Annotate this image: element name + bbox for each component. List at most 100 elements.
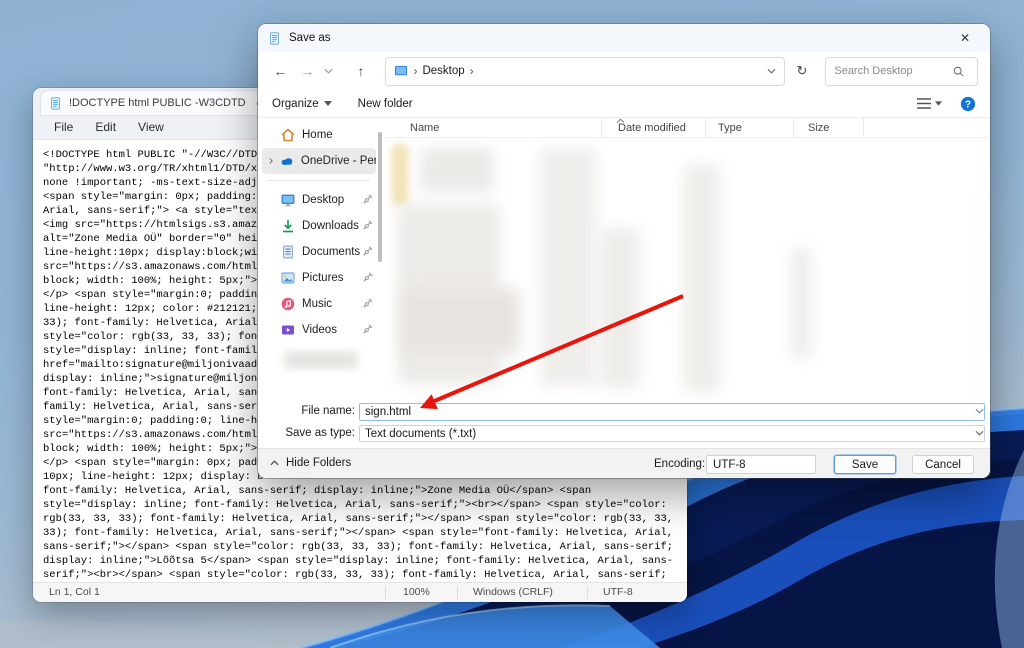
- home-icon: [280, 127, 296, 143]
- sidebar-item-pictures[interactable]: Pictures: [262, 265, 376, 291]
- save-as-dialog: Save as ✕ ← → ↑ › Desktop › ↻: [258, 24, 990, 478]
- sidebar-item-documents[interactable]: Documents: [262, 239, 376, 265]
- desktop-mini-icon: [394, 65, 408, 77]
- sidebar-divider: [268, 180, 370, 181]
- status-encoding[interactable]: UTF-8: [603, 586, 633, 598]
- status-divider: [587, 586, 588, 599]
- list-view-icon: [917, 98, 931, 109]
- file-name-label: File name:: [265, 405, 355, 417]
- pin-icon: [362, 219, 376, 233]
- forward-icon[interactable]: →: [297, 63, 318, 79]
- column-header-name[interactable]: Name: [384, 118, 602, 138]
- column-header-type[interactable]: Type: [706, 118, 794, 138]
- search-icon[interactable]: [952, 65, 965, 78]
- new-folder-button[interactable]: New folder: [358, 98, 413, 110]
- sidebar-item-downloads[interactable]: Downloads: [262, 213, 376, 239]
- new-folder-label: New folder: [358, 98, 413, 110]
- file-name-input[interactable]: [359, 403, 985, 421]
- hide-folders-button[interactable]: Hide Folders: [270, 457, 351, 469]
- dialog-navigation-bar: ← → ↑ › Desktop › ↻: [258, 52, 990, 90]
- breadcrumb-location[interactable]: Desktop: [422, 65, 464, 77]
- save-button-label: Save: [852, 459, 878, 471]
- sidebar-item-music[interactable]: Music: [262, 291, 376, 317]
- notepad-tab[interactable]: !DOCTYPE html PUBLIC -W3CDTD ) ●: [41, 91, 271, 115]
- pin-icon: [362, 323, 376, 337]
- history-chevron-icon[interactable]: [324, 68, 345, 74]
- up-icon[interactable]: ↑: [351, 63, 372, 79]
- status-zoom-level[interactable]: 100%: [403, 586, 430, 598]
- search-input[interactable]: [834, 65, 952, 77]
- help-icon[interactable]: ?: [960, 96, 976, 112]
- address-dropdown-icon[interactable]: [767, 68, 776, 74]
- pin-icon: [362, 193, 376, 207]
- encoding-value: UTF-8: [713, 459, 746, 471]
- redacted-file-entry: [540, 148, 596, 386]
- menu-file[interactable]: File: [45, 117, 82, 137]
- chevron-down-icon: [935, 101, 942, 106]
- sidebar-item-videos[interactable]: Videos: [262, 317, 376, 343]
- notepad-icon: [268, 31, 281, 46]
- sidebar-item-label: Desktop: [302, 194, 344, 206]
- sidebar-item-onedrive[interactable]: OneDrive - Pers: [262, 148, 376, 174]
- onedrive-icon: [279, 153, 295, 169]
- cancel-button-label: Cancel: [925, 459, 961, 471]
- sidebar-item-label: Videos: [302, 324, 337, 336]
- pin-icon: [362, 245, 376, 259]
- sidebar-item-label: Downloads: [302, 220, 359, 232]
- sidebar-item-home[interactable]: Home: [262, 122, 376, 148]
- close-icon[interactable]: ✕: [950, 31, 980, 45]
- menu-edit[interactable]: Edit: [86, 117, 125, 137]
- menu-view[interactable]: View: [129, 117, 173, 137]
- file-list: NameDate modifiedTypeSize: [384, 118, 988, 400]
- chevron-right-icon: [266, 156, 277, 166]
- sort-ascending-icon[interactable]: [616, 118, 625, 124]
- dialog-footer: Hide Folders Encoding: UTF-8 Save Cancel: [258, 448, 990, 478]
- sidebar-item-label: OneDrive - Pers: [301, 155, 376, 167]
- desktop-icon: [280, 192, 296, 208]
- sidebar-scrollbar[interactable]: [378, 132, 382, 262]
- redacted-file-entry: [790, 248, 812, 358]
- status-line-ending[interactable]: Windows (CRLF): [473, 586, 553, 598]
- save-as-type-label: Save as type:: [265, 427, 355, 439]
- column-header-size[interactable]: Size: [794, 118, 864, 138]
- view-options-button[interactable]: [917, 98, 942, 109]
- videos-icon: [280, 322, 296, 338]
- cancel-button[interactable]: Cancel: [912, 455, 974, 474]
- status-divider: [457, 586, 458, 599]
- address-bar[interactable]: › Desktop ›: [385, 57, 784, 86]
- sidebar-item-desktop[interactable]: Desktop: [262, 187, 376, 213]
- dialog-title: Save as: [289, 32, 331, 44]
- sidebar-item-label: Pictures: [302, 272, 344, 284]
- music-icon: [280, 296, 296, 312]
- windows-desktop: { "desktop": { "wallpaper_top_color": "#…: [0, 0, 1024, 648]
- encoding-label: Encoding:: [654, 458, 705, 470]
- redacted-sidebar-item: [284, 351, 358, 369]
- file-name-dropdown-icon[interactable]: [975, 408, 984, 414]
- pictures-icon: [280, 270, 296, 286]
- sidebar-item-label: Documents: [302, 246, 360, 258]
- sidebar-item-label: Music: [302, 298, 332, 310]
- redacted-file-entry: [392, 144, 408, 206]
- pin-icon: [362, 271, 376, 285]
- chevron-up-icon: [270, 460, 279, 466]
- pin-icon: [362, 297, 376, 311]
- filename-section: File name: Save as type: Text documents …: [258, 400, 990, 448]
- back-icon[interactable]: ←: [270, 63, 291, 79]
- column-header-row: NameDate modifiedTypeSize: [384, 118, 988, 138]
- hide-folders-label: Hide Folders: [286, 457, 351, 469]
- organize-label: Organize: [272, 98, 319, 110]
- save-as-type-dropdown-icon[interactable]: [975, 430, 984, 436]
- downloads-icon: [280, 218, 296, 234]
- encoding-select[interactable]: UTF-8: [706, 455, 816, 474]
- refresh-icon[interactable]: ↻: [791, 63, 814, 79]
- save-as-type-select[interactable]: Text documents (*.txt): [359, 425, 985, 442]
- organize-button[interactable]: Organize: [272, 98, 332, 110]
- notepad-icon: [49, 96, 62, 111]
- redacted-file-entry: [600, 228, 640, 388]
- redacted-file-entry: [420, 148, 494, 192]
- documents-icon: [280, 244, 296, 260]
- save-button[interactable]: Save: [834, 455, 896, 474]
- dialog-sidebar: Home OneDrive - Pers Desktop Downloads Docum…: [262, 122, 376, 369]
- status-cursor-position: Ln 1, Col 1: [49, 586, 100, 598]
- status-divider: [385, 586, 386, 599]
